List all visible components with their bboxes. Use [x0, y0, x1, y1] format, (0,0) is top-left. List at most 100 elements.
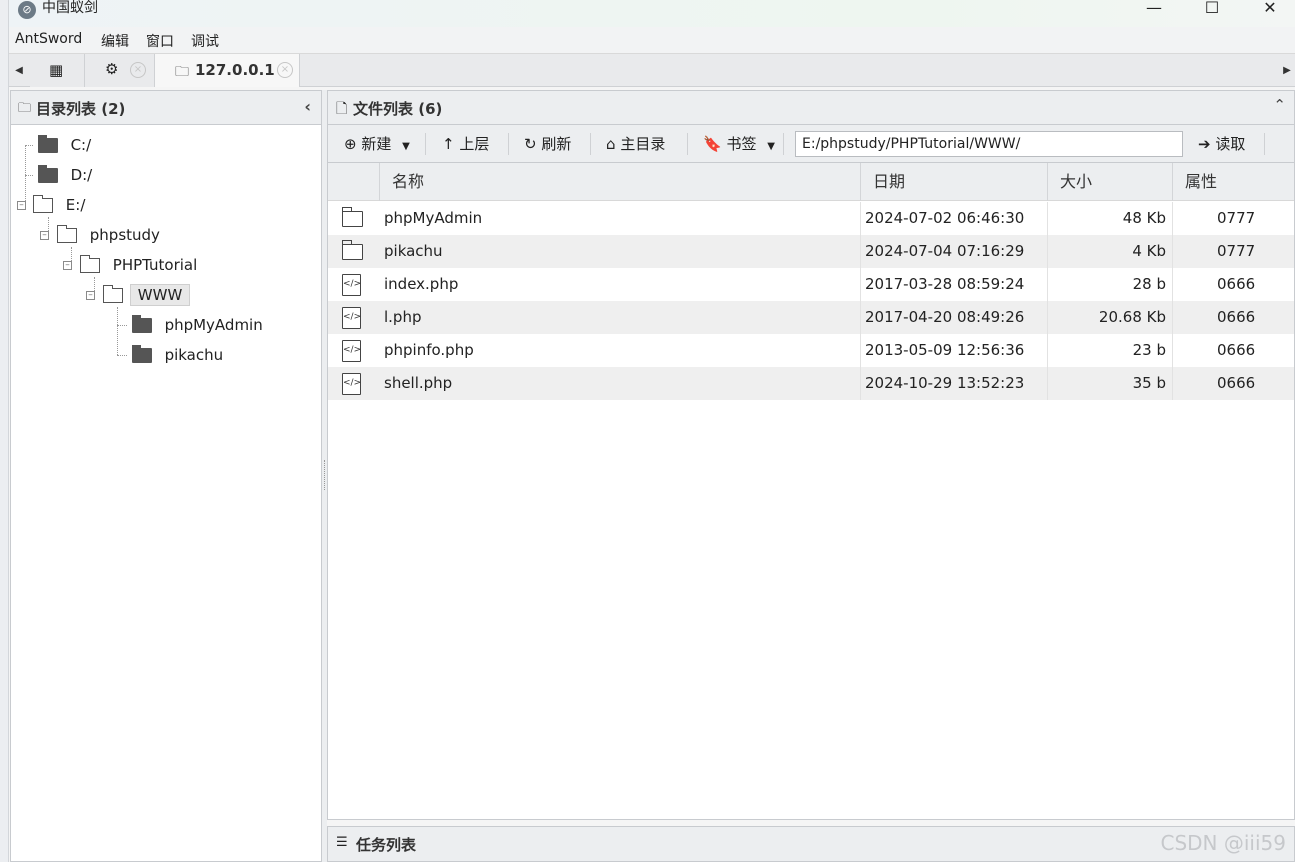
menu-debug[interactable]: 调试: [191, 31, 219, 51]
tab-settings[interactable]: ⚙ ×: [85, 54, 155, 87]
collapse-toggle-icon[interactable]: –: [63, 261, 72, 270]
file-row[interactable]: </> phpinfo.php 2013-05-09 12:56:36 23 b 066…: [328, 334, 1294, 367]
bookmark-button[interactable]: 🔖 书签 ▼: [703, 133, 775, 154]
close-window-button[interactable]: ✕: [1250, 0, 1290, 20]
column-header-size[interactable]: 大小: [1048, 163, 1173, 201]
menu-edit[interactable]: 编辑: [101, 31, 129, 51]
tree-item-label: phpstudy: [89, 226, 160, 244]
folder-open-icon: [56, 225, 77, 243]
tab-scroll-left-icon[interactable]: ◀: [9, 54, 29, 87]
directory-panel-header: 🗀 目录列表 (2) ‹: [11, 91, 321, 125]
tree-item-label: E:/: [65, 196, 86, 214]
row-icon-cell: [328, 202, 380, 235]
file-date: 2013-05-09 12:56:36: [861, 334, 1048, 367]
tab-home[interactable]: ▦: [30, 54, 85, 87]
file-name: pikachu: [380, 235, 861, 268]
collapse-left-icon[interactable]: ‹: [304, 97, 311, 116]
tree-item-phpmyadmin[interactable]: phpMyAdmin: [117, 312, 263, 338]
row-icon-cell: </>: [328, 301, 380, 334]
file-size: 4 Kb: [1048, 235, 1173, 268]
minimize-button[interactable]: —: [1134, 0, 1174, 20]
file-row[interactable]: </> index.php 2017-03-28 08:59:24 28 b 0666: [328, 268, 1294, 301]
folder-icon: [37, 165, 58, 183]
plus-circle-icon: ⊕: [344, 135, 357, 153]
icon-column-header: [328, 163, 380, 201]
folder-icon: [341, 240, 363, 260]
file-name: phpinfo.php: [380, 334, 861, 367]
folder-icon: [341, 207, 363, 227]
collapse-toggle-icon[interactable]: –: [17, 201, 26, 210]
file-attr: 0777: [1217, 209, 1256, 227]
code-file-icon: </>: [342, 274, 361, 296]
home-label: 主目录: [620, 135, 666, 153]
column-header-attr[interactable]: 属性: [1173, 163, 1295, 201]
read-label: 读取: [1215, 135, 1246, 153]
file-row[interactable]: </> shell.php 2024-10-29 13:52:23 35 b 0666: [328, 367, 1294, 400]
tree-item-pikachu[interactable]: pikachu: [117, 342, 223, 368]
up-level-label: 上层: [459, 135, 490, 153]
file-row[interactable]: phpMyAdmin 2024-07-02 06:46:30 48 Kb 0777: [328, 202, 1294, 235]
folder-open-icon: [102, 285, 123, 303]
file-size: 48 Kb: [1048, 202, 1173, 235]
folder-icon: [37, 135, 58, 153]
refresh-label: 刷新: [541, 135, 572, 153]
chevron-down-icon: ▼: [402, 141, 410, 152]
home-icon: ⌂: [606, 135, 616, 153]
close-tab-icon[interactable]: ×: [277, 62, 293, 78]
column-header-name[interactable]: 名称: [380, 163, 861, 201]
file-date: 2017-03-28 08:59:24: [861, 268, 1048, 301]
refresh-button[interactable]: ↻ 刷新: [524, 133, 571, 154]
maximize-button[interactable]: ☐: [1192, 0, 1232, 20]
folder-icon: [131, 345, 152, 363]
tab-scroll-right-icon[interactable]: ▶: [1277, 54, 1295, 87]
file-attr: 0666: [1217, 275, 1256, 293]
collapse-toggle-icon[interactable]: –: [86, 291, 95, 300]
path-input[interactable]: [795, 131, 1183, 157]
collapse-toggle-icon[interactable]: –: [40, 231, 49, 240]
tab-127-0-0-1[interactable]: 🗀 127.0.0.1 ×: [155, 54, 300, 87]
tree-item-phptutorial[interactable]: PHPTutorial: [79, 252, 198, 278]
file-row[interactable]: pikachu 2024-07-04 07:16:29 4 Kb 0777: [328, 235, 1294, 268]
column-header-date[interactable]: 日期: [861, 163, 1048, 201]
file-attr: 0666: [1217, 341, 1256, 359]
file-size: 23 b: [1048, 334, 1173, 367]
file-grid-header: 名称 日期 大小 属性: [328, 163, 1294, 201]
file-attr: 0666: [1217, 374, 1256, 392]
tree-item-d[interactable]: D:/: [25, 162, 92, 188]
row-icon-cell: </>: [328, 268, 380, 301]
tab-label: 127.0.0.1: [195, 61, 275, 79]
new-button[interactable]: ⊕ 新建 ▼: [344, 133, 410, 154]
tree-item-e[interactable]: E:/: [32, 192, 86, 218]
close-tab-icon[interactable]: ×: [130, 62, 146, 78]
tree-item-label: phpMyAdmin: [164, 316, 263, 334]
menu-window[interactable]: 窗口: [146, 31, 174, 51]
folder-open-icon: [32, 195, 53, 213]
file-row[interactable]: </> l.php 2017-04-20 08:49:26 20.68 Kb 0666: [328, 301, 1294, 334]
tree-item-www[interactable]: WWW: [102, 282, 191, 308]
bookmark-label: 书签: [726, 135, 757, 153]
file-panel: 🗋 文件列表 (6) ⌃ ⊕ 新建 ▼ ↑ 上层 ↻ 刷新 ⌂ 主目录 🔖 书签…: [327, 90, 1295, 820]
tab-bar: ◀ ▦ ⚙ × 🗀 127.0.0.1 × ▶: [9, 54, 1295, 87]
tree-item-label: PHPTutorial: [112, 256, 198, 274]
file-size: 20.68 Kb: [1048, 301, 1173, 334]
menu-antsword[interactable]: AntSword: [15, 31, 82, 47]
file-size: 28 b: [1048, 268, 1173, 301]
code-file-icon: </>: [342, 307, 361, 329]
app-logo-icon: ⊘: [18, 1, 36, 19]
file-date: 2024-10-29 13:52:23: [861, 367, 1048, 400]
home-button[interactable]: ⌂ 主目录: [606, 133, 665, 154]
gear-icon: ⚙: [105, 60, 119, 78]
tree-item-c[interactable]: C:/: [25, 132, 91, 158]
window-title: 中国蚁剑: [42, 0, 98, 16]
collapse-up-icon[interactable]: ⌃: [1273, 96, 1286, 114]
file-size: 35 b: [1048, 367, 1173, 400]
row-icon-cell: </>: [328, 334, 380, 367]
read-button[interactable]: ➔ 读取: [1198, 133, 1245, 154]
code-file-icon: </>: [342, 373, 361, 395]
tree-item-phpstudy[interactable]: phpstudy: [56, 222, 160, 248]
folder-icon: 🗀: [18, 101, 32, 116]
file-attr: 0777: [1217, 242, 1256, 260]
up-level-button[interactable]: ↑ 上层: [442, 133, 489, 154]
file-attr: 0666: [1217, 308, 1256, 326]
file-panel-header: 🗋 文件列表 (6) ⌃: [328, 91, 1294, 125]
